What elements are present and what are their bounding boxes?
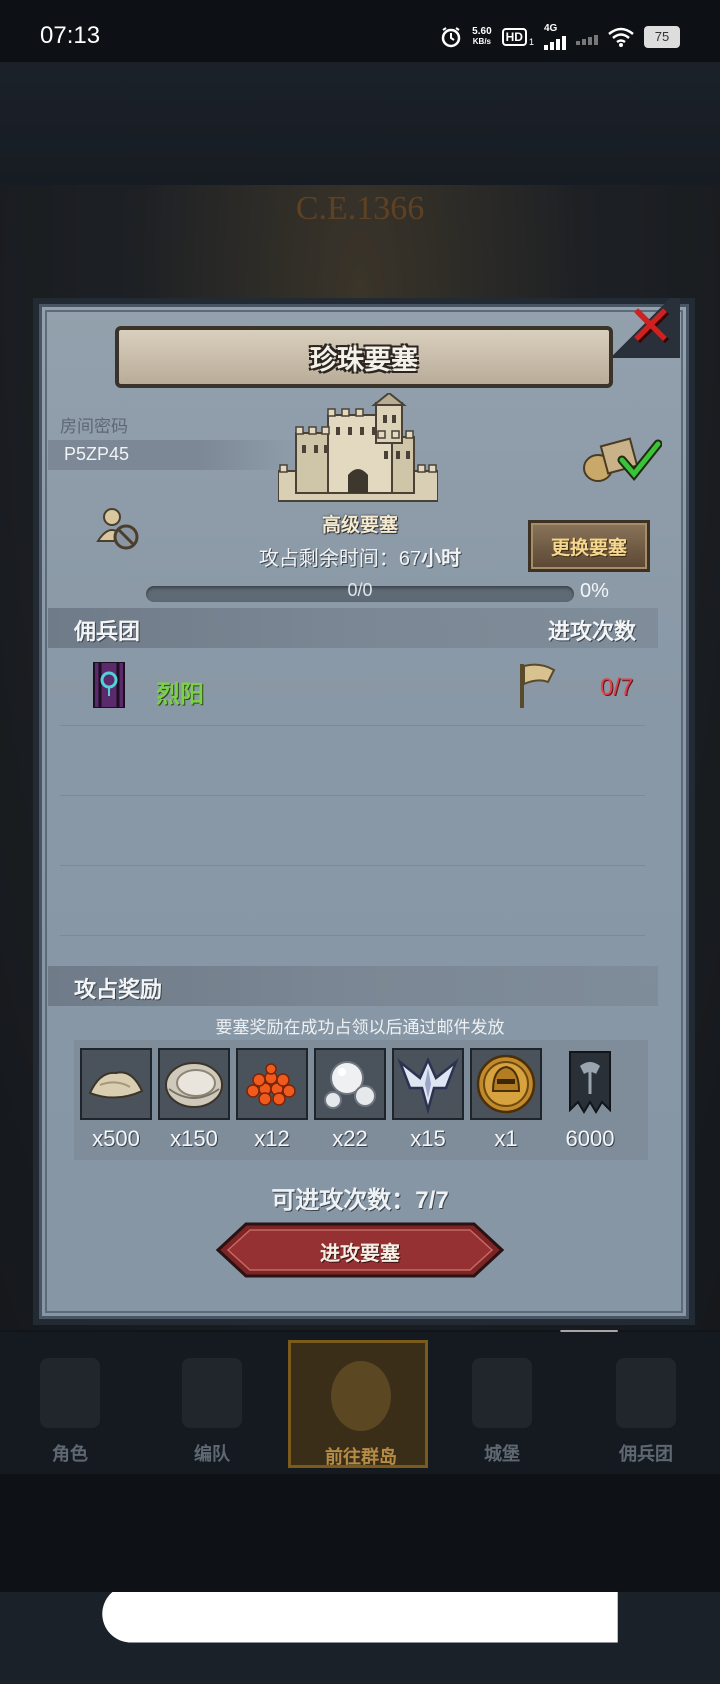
nav-label: 佣兵团 xyxy=(619,1444,673,1464)
title-banner: 珍珠要塞 xyxy=(115,326,613,388)
room-password-label: 房间密码 xyxy=(60,417,128,436)
cell-signal: 4G xyxy=(544,24,566,50)
attacks-header: 进攻次数 xyxy=(548,619,637,644)
nav-label: 编队 xyxy=(194,1444,230,1464)
reward-qty: x150 xyxy=(170,1126,218,1151)
reward-item[interactable]: x12 xyxy=(236,1048,308,1152)
helmet-icon xyxy=(182,1358,242,1428)
signal-bars-icon xyxy=(544,34,566,50)
golden-helmet-coin-icon xyxy=(476,1054,536,1114)
attack-fortress-button[interactable]: 进攻要塞 xyxy=(216,1222,504,1278)
hd-sub: 1 xyxy=(528,37,534,47)
axe-banner-icon xyxy=(569,1051,611,1114)
reward-slot xyxy=(554,1048,626,1120)
net-speed-unit: KB/s xyxy=(472,37,492,46)
mercenary-header: 佣兵团 xyxy=(74,619,141,644)
progress-percent: 0% xyxy=(580,580,609,602)
status-icons: 5.60 KB/s HD 1 4G 75 xyxy=(440,24,680,50)
reward-item[interactable]: x150 xyxy=(158,1048,230,1152)
fish-roe-icon xyxy=(246,1063,296,1106)
row-divider xyxy=(60,795,645,796)
reward-slot xyxy=(80,1048,152,1120)
system-nav-bar xyxy=(0,1474,720,1592)
close-icon: ✕ xyxy=(627,294,674,357)
pearls-icon xyxy=(324,1061,376,1109)
row-divider xyxy=(60,725,645,726)
available-attacks: 可进攻次数：7/7 xyxy=(271,1187,449,1214)
network-type: 4G xyxy=(544,23,558,34)
attack-fortress-label: 进攻要塞 xyxy=(320,1243,400,1265)
castle-nav-icon xyxy=(472,1358,532,1428)
dialog-title: 珍珠要塞 xyxy=(310,344,418,375)
reward-item[interactable]: x22 xyxy=(314,1048,386,1152)
winged-emblem-icon xyxy=(397,1056,459,1114)
nav-label: 前往群岛 xyxy=(325,1447,397,1467)
net-speed-value: 5.60 xyxy=(472,26,492,37)
rewards-header: 攻占奖励 xyxy=(74,977,163,1002)
remaining-time: 攻占剩余时间：67小时 xyxy=(0,542,720,571)
status-time: 07:13 xyxy=(40,22,101,49)
reward-qty: x500 xyxy=(92,1126,140,1151)
reward-slot xyxy=(392,1048,464,1120)
reward-list: x500 x150 x12 x22 x15 x1 6000 xyxy=(74,1040,648,1160)
reward-qty: x22 xyxy=(332,1126,368,1151)
reward-slot xyxy=(314,1048,386,1120)
rewards-note: 要塞奖励在成功占领以后通过邮件发放 xyxy=(215,1018,505,1037)
guild-attack-count: 0/7 xyxy=(600,674,634,701)
attack-flag-icon xyxy=(520,663,556,708)
alarm-icon xyxy=(441,27,461,48)
nav-item-castle[interactable]: 城堡 xyxy=(432,1340,572,1468)
reward-slot xyxy=(158,1048,230,1120)
reward-item[interactable]: x15 xyxy=(392,1048,464,1152)
supply-check-icon[interactable] xyxy=(582,434,662,484)
nav-item-islands[interactable]: 前往群岛 xyxy=(288,1340,428,1468)
signal-bars-2-icon xyxy=(576,29,598,45)
reward-item[interactable]: 6000 xyxy=(554,1048,626,1152)
knight-icon xyxy=(40,1358,100,1428)
nav-item-formation[interactable]: 编队 xyxy=(142,1340,282,1468)
guild-banner-icon xyxy=(93,662,125,708)
progress-text: 0/0 xyxy=(347,580,373,600)
battery-icon: 75 xyxy=(644,26,680,48)
nav-item-character[interactable]: 角色 xyxy=(0,1340,140,1468)
castle-icon xyxy=(278,393,438,502)
reward-qty: x15 xyxy=(410,1126,446,1151)
guild-name: 烈阳 xyxy=(156,681,204,708)
ship-icon xyxy=(616,1358,676,1428)
reward-item[interactable]: x1 xyxy=(470,1048,542,1152)
remaining-time-unit: 小时 xyxy=(421,548,462,570)
nav-label: 角色 xyxy=(52,1444,88,1464)
reward-item[interactable]: x500 xyxy=(80,1048,152,1152)
reward-qty: x1 xyxy=(494,1126,518,1151)
reward-slot xyxy=(470,1048,542,1120)
reward-qty: 6000 xyxy=(565,1126,615,1151)
reward-slot xyxy=(236,1048,308,1120)
oyster-shell-icon xyxy=(165,1062,223,1108)
sand-pile-icon xyxy=(88,1071,144,1099)
compass-icon xyxy=(331,1361,391,1431)
net-speed: 5.60 KB/s xyxy=(472,27,491,47)
remaining-time-label: 攻占剩余时间：67 xyxy=(258,548,422,570)
hd-badge: HD xyxy=(501,28,527,46)
row-divider xyxy=(60,865,645,866)
status-bar: 07:13 5.60 KB/s HD 1 4G 75 xyxy=(0,0,720,62)
wifi-icon xyxy=(608,27,634,47)
room-code[interactable]: P5ZP45 xyxy=(64,444,129,465)
row-divider xyxy=(60,935,645,936)
nav-label: 城堡 xyxy=(484,1444,520,1464)
reward-qty: x12 xyxy=(254,1126,290,1151)
nav-item-mercenary[interactable]: 佣兵团 xyxy=(576,1340,716,1468)
